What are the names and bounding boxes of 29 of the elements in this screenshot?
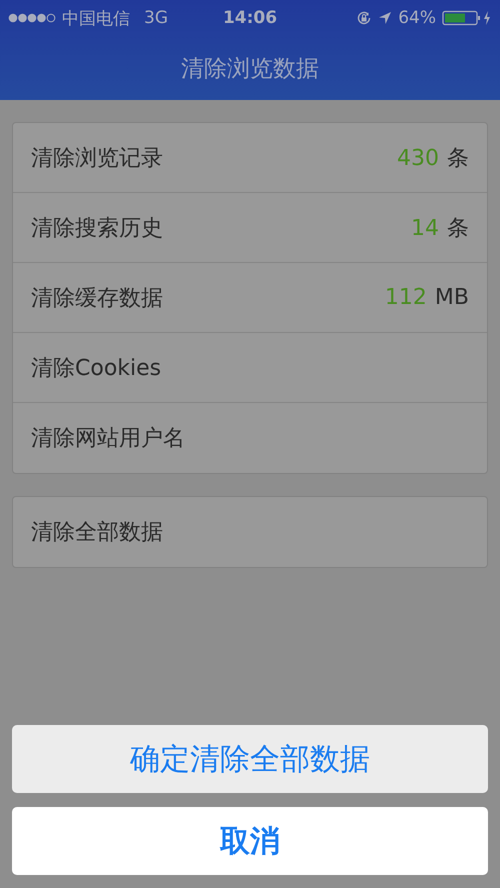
settings-row[interactable]: 清除搜索历史 14 条 [13,193,487,263]
count-unit: 条 [447,144,469,172]
count-unit: MB [434,285,469,310]
battery-percent: 64% [398,8,436,28]
settings-row[interactable]: 清除Cookies [13,333,487,403]
row-label: 清除Cookies [31,354,162,382]
settings-row[interactable]: 清除网站用户名 [13,403,487,473]
row-label: 清除浏览记录 [31,144,163,172]
count-value: 112 [384,285,427,310]
page-title: 清除浏览数据 [181,54,319,84]
cancel-button[interactable]: 取消 [12,807,488,875]
row-label: 清除全部数据 [31,519,163,547]
count-unit: 条 [447,214,469,242]
signal-icon [8,13,56,23]
network-type: 3G [144,8,168,28]
settings-row[interactable]: 清除全部数据 [13,497,487,567]
count-value: 430 [397,146,439,170]
count-value: 14 [411,216,439,240]
clock-time: 14:06 [222,8,278,28]
rotation-lock-icon [356,10,372,26]
battery-charging-icon [442,10,492,26]
location-arrow-icon [378,11,392,25]
confirm-button[interactable]: 确定清除全部数据 [12,725,488,793]
settings-row[interactable]: 清除缓存数据 112 MB [13,263,487,333]
row-label: 清除缓存数据 [31,284,163,312]
row-label: 清除网站用户名 [31,425,185,453]
row-label: 清除搜索历史 [31,214,163,242]
carrier-name: 中国电信 [62,8,130,30]
settings-row[interactable]: 清除浏览记录 430 条 [13,123,487,193]
